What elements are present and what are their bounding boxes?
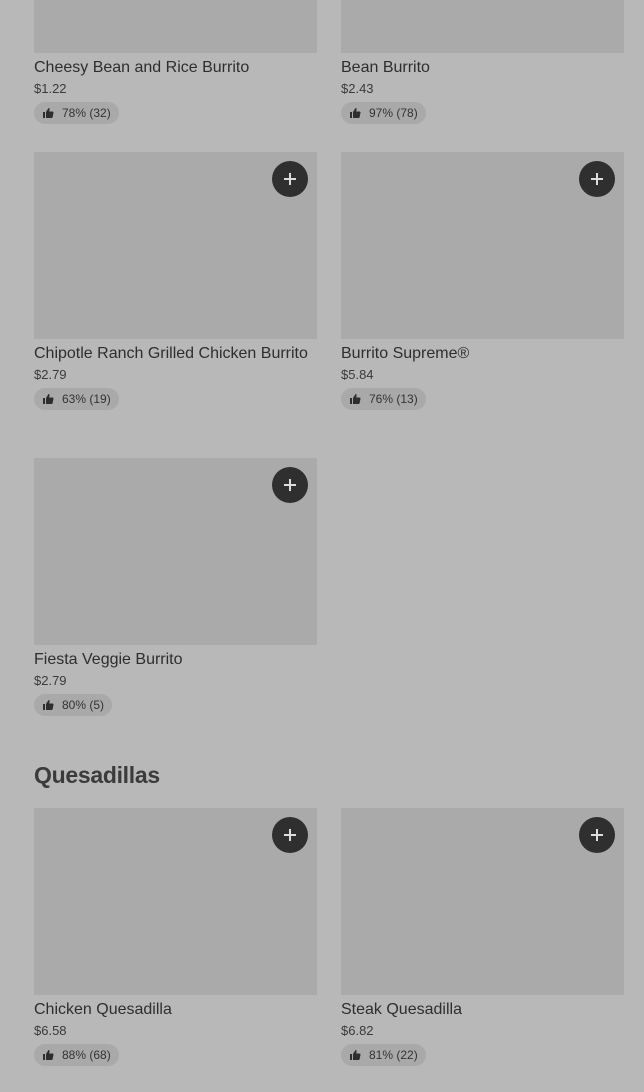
add-to-cart-button[interactable]	[272, 817, 308, 853]
thumbs-up-icon	[350, 108, 361, 118]
rating-badge: 88% (68)	[34, 1044, 119, 1066]
rating-badge: 97% (78)	[341, 102, 426, 124]
menu-item-card[interactable]: Fiesta Veggie Burrito $2.79 80% (5)	[34, 458, 317, 716]
menu-item-card[interactable]: Bean Burrito $2.43 97% (78)	[341, 0, 624, 124]
menu-item-name[interactable]: Cheesy Bean and Rice Burrito	[34, 58, 317, 78]
menu-item-image[interactable]	[341, 808, 624, 995]
menu-item-name[interactable]: Steak Quesadilla	[341, 1000, 624, 1020]
thumbs-up-icon	[350, 1050, 361, 1060]
menu-page: Cheesy Bean and Rice Burrito $1.22 78% (…	[0, 0, 644, 1092]
plus-icon	[284, 829, 296, 841]
menu-item-name[interactable]: Bean Burrito	[341, 58, 624, 78]
thumbs-up-icon	[43, 700, 54, 710]
menu-item-name[interactable]: Chicken Quesadilla	[34, 1000, 317, 1020]
menu-item-image[interactable]	[34, 808, 317, 995]
plus-icon	[591, 173, 603, 185]
menu-item-image[interactable]	[341, 0, 624, 53]
menu-item-price: $6.58	[34, 1023, 67, 1038]
rating-badge: 76% (13)	[341, 388, 426, 410]
rating-text: 76% (13)	[369, 392, 418, 406]
plus-icon	[284, 479, 296, 491]
menu-item-price: $1.22	[34, 81, 67, 96]
menu-item-card[interactable]: Burrito Supreme® $5.84 76% (13)	[341, 152, 624, 410]
thumbs-up-icon	[43, 108, 54, 118]
menu-item-price: $2.79	[34, 673, 67, 688]
menu-item-price: $6.82	[341, 1023, 374, 1038]
menu-item-name[interactable]: Burrito Supreme®	[341, 344, 624, 364]
rating-text: 88% (68)	[62, 1048, 111, 1062]
menu-item-price: $2.43	[341, 81, 374, 96]
thumbs-up-icon	[43, 394, 54, 404]
menu-item-name[interactable]: Fiesta Veggie Burrito	[34, 650, 317, 670]
rating-badge: 80% (5)	[34, 694, 113, 716]
menu-item-image[interactable]	[34, 458, 317, 645]
menu-item-image[interactable]	[34, 0, 317, 53]
rating-badge: 78% (32)	[34, 102, 119, 124]
add-to-cart-button[interactable]	[272, 161, 308, 197]
rating-text: 97% (78)	[369, 106, 418, 120]
menu-item-card[interactable]: Steak Quesadilla $6.82 81% (22)	[341, 808, 624, 1066]
rating-text: 78% (32)	[62, 106, 111, 120]
rating-text: 80% (5)	[62, 698, 105, 712]
menu-item-image[interactable]	[341, 152, 624, 339]
add-to-cart-button[interactable]	[579, 817, 615, 853]
thumbs-up-icon	[43, 1050, 54, 1060]
menu-item-card[interactable]: Chipotle Ranch Grilled Chicken Burrito $…	[34, 152, 317, 410]
plus-icon	[591, 829, 603, 841]
menu-item-card[interactable]: Chicken Quesadilla $6.58 88% (68)	[34, 808, 317, 1066]
menu-item-name[interactable]: Chipotle Ranch Grilled Chicken Burrito	[34, 344, 317, 364]
menu-item-price: $5.84	[341, 367, 374, 382]
section-title-quesadillas: Quesadillas	[34, 762, 160, 788]
rating-badge: 81% (22)	[341, 1044, 426, 1066]
thumbs-up-icon	[350, 394, 361, 404]
menu-item-price: $2.79	[34, 367, 67, 382]
rating-badge: 63% (19)	[34, 388, 119, 410]
rating-text: 81% (22)	[369, 1048, 418, 1062]
add-to-cart-button[interactable]	[579, 161, 615, 197]
plus-icon	[284, 173, 296, 185]
rating-text: 63% (19)	[62, 392, 111, 406]
menu-item-card[interactable]: Cheesy Bean and Rice Burrito $1.22 78% (…	[34, 0, 317, 124]
menu-item-image[interactable]	[34, 152, 317, 339]
add-to-cart-button[interactable]	[272, 467, 308, 503]
